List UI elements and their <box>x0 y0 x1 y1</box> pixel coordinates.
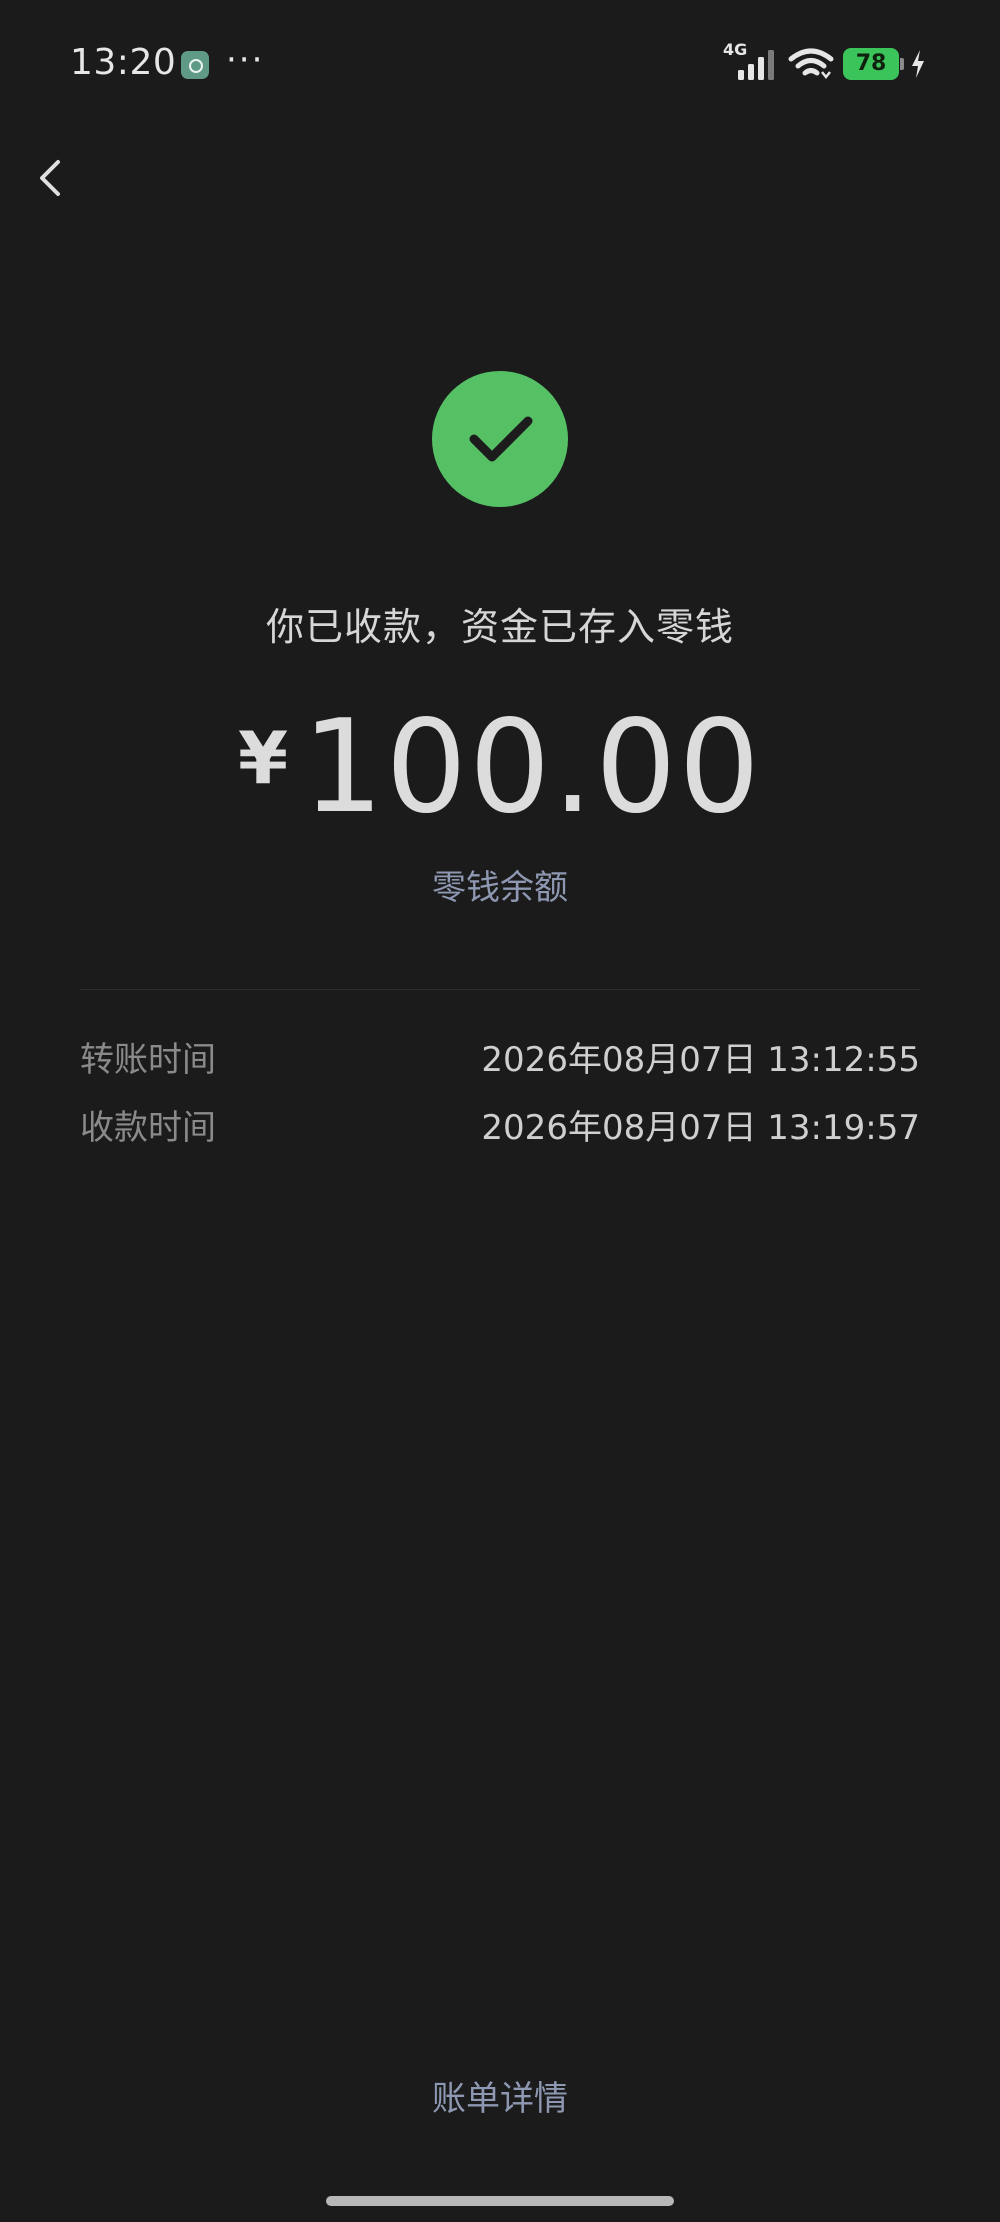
wifi-icon <box>788 48 834 80</box>
charging-bolt-icon <box>912 50 924 78</box>
transfer-time-label: 转账时间 <box>80 1040 216 1080</box>
app-notification-icon <box>181 51 209 79</box>
transfer-time-row: 转账时间 2026年08月07日 13:12:55 <box>80 1032 920 1082</box>
receive-time-row: 收款时间 2026年08月07日 13:19:57 <box>80 1100 920 1150</box>
chevron-left-icon <box>40 160 60 196</box>
checkmark-icon <box>469 416 533 462</box>
status-time: 13:20 <box>70 42 177 83</box>
more-notifications-indicator: ··· <box>226 40 265 80</box>
divider <box>80 989 920 990</box>
amount-display: ¥100.00 <box>0 693 1000 842</box>
currency-symbol: ¥ <box>238 716 289 800</box>
back-button[interactable] <box>22 150 82 210</box>
bill-details-link[interactable]: 账单详情 <box>0 2071 1000 2120</box>
receive-time-label: 收款时间 <box>80 1108 216 1148</box>
amount-value: 100.00 <box>302 693 762 842</box>
status-bar: 13:20 ··· 4G 78 <box>0 0 1000 130</box>
signal-icon <box>738 50 774 80</box>
check-circle-icon <box>432 371 568 507</box>
home-indicator[interactable] <box>326 2196 674 2206</box>
change-balance-link[interactable]: 零钱余额 <box>0 860 1000 909</box>
payment-received-message: 你已收款，资金已存入零钱 <box>265 605 734 649</box>
receive-time-value: 2026年08月07日 13:19:57 <box>481 1108 920 1148</box>
battery-icon: 78 <box>843 48 899 80</box>
battery-cap <box>900 58 904 70</box>
transfer-time-value: 2026年08月07日 13:12:55 <box>481 1040 920 1080</box>
